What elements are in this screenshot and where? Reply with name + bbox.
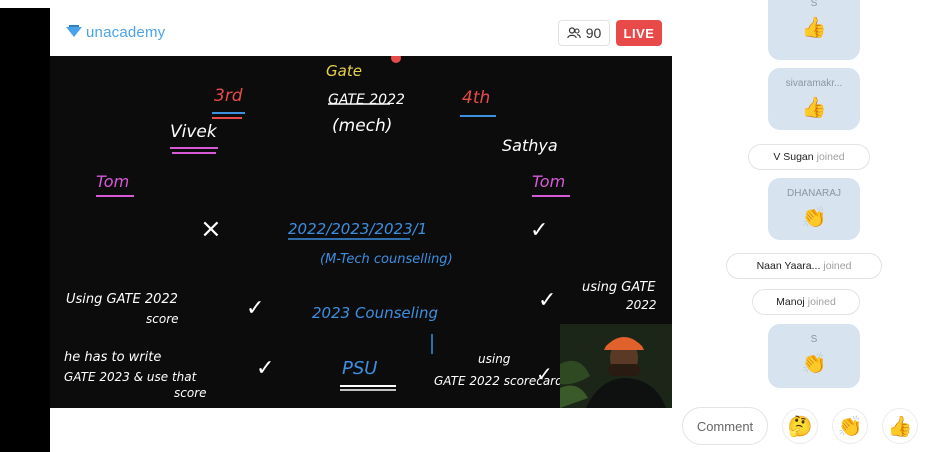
board-text-rank-3rd: 3rd	[214, 86, 243, 106]
player-header: unacademy 90 LIVE	[50, 8, 672, 56]
board-tick: ✓	[256, 356, 275, 381]
reaction-bubble: S 👏	[768, 324, 860, 388]
thumbs-up-reaction-button[interactable]: 👍	[882, 408, 918, 444]
board-text-score-bottom: score	[174, 386, 207, 400]
thumbs-up-icon: 👍	[801, 17, 827, 39]
player-footer	[50, 408, 672, 452]
viewer-count: 90	[585, 25, 602, 41]
unacademy-logo-icon	[66, 25, 82, 37]
board-text-vivek: Vivek	[170, 122, 217, 142]
chat-user-name: DHANARAJ	[787, 188, 841, 199]
board-text-gate: Gate	[326, 62, 362, 80]
board-tick: ✓	[538, 288, 557, 313]
joined-status: joined	[823, 260, 852, 272]
board-text-gate-2023: GATE 2023 & use that	[64, 370, 197, 384]
blackboard: Gate GATE 2022 (mech) 3rd 4th Vivek Sath…	[50, 56, 672, 408]
joined-notice: Naan Yaara... joined	[726, 253, 882, 279]
live-chat-panel: S 👍 sivaramakr... 👍 V Sugan joined DHANA…	[672, 0, 928, 452]
joined-status: joined	[807, 296, 836, 308]
board-text-mtech-counselling: (M-Tech counselling)	[320, 252, 453, 267]
people-icon	[566, 27, 581, 39]
board-tick: ✓	[246, 296, 265, 321]
comment-composer: Comment 🤔 👏 👍	[682, 404, 928, 448]
chat-user-name: S	[810, 334, 818, 345]
app-root: unacademy 90 LIVE Gate GATE 2022 (mech) …	[0, 0, 928, 452]
board-text-tom-left: Tom	[96, 172, 130, 191]
joined-notice: V Sugan joined	[748, 144, 870, 170]
thinking-reaction-button[interactable]: 🤔	[782, 408, 818, 444]
reaction-bubble: DHANARAJ 👏	[768, 178, 860, 240]
board-text-tom-right: Tom	[532, 172, 566, 191]
joined-user-name: V Sugan	[773, 151, 814, 163]
joined-user-name: Manoj	[776, 296, 805, 308]
board-text-using-gate-right: using GATE	[582, 280, 656, 295]
board-text-sathya: Sathya	[502, 136, 558, 155]
clapping-hands-icon: 👏	[801, 353, 827, 375]
board-text-dates: 2022/2023/2023/1	[288, 220, 428, 238]
chat-user-name: S	[810, 0, 818, 9]
clap-reaction-button[interactable]: 👏	[832, 408, 868, 444]
board-text-score-left: score	[146, 312, 179, 326]
board-text-rank-4th: 4th	[462, 88, 491, 108]
viewer-count-badge[interactable]: 90	[558, 20, 610, 46]
board-text-using-bottom: using	[478, 352, 511, 366]
board-text-using-gate-left: Using GATE 2022	[66, 292, 178, 307]
joined-user-name: Naan Yaara...	[756, 260, 821, 272]
board-tick: ✓	[536, 362, 553, 386]
thumbs-up-icon: 👍	[801, 97, 827, 119]
live-badge: LIVE	[616, 20, 662, 46]
board-text-gate-2022: GATE 2022	[328, 92, 405, 108]
left-black-margin	[0, 0, 50, 452]
comment-input[interactable]: Comment	[682, 407, 768, 445]
brand-logo[interactable]: unacademy	[65, 24, 165, 41]
presenter-video	[560, 324, 672, 408]
joined-status: joined	[816, 151, 845, 163]
reaction-bubble: S 👍	[768, 0, 860, 60]
board-text-psu: PSU	[342, 358, 378, 379]
clapping-hands-icon: 👏	[801, 207, 827, 229]
board-tick: ✓	[530, 218, 549, 243]
board-text-year-right: 2022	[626, 298, 657, 312]
board-text-cross: ×	[200, 214, 222, 244]
board-text-he-has-to-write: he has to write	[64, 350, 162, 365]
reaction-bubble: sivaramakr... 👍	[768, 68, 860, 130]
presenter-silhouette	[560, 324, 672, 408]
chat-user-name: sivaramakr...	[785, 78, 843, 89]
joined-notice: Manoj joined	[752, 289, 860, 315]
board-text-2023-counseling: 2023 Counseling	[312, 304, 439, 322]
board-text-mech: (mech)	[332, 116, 393, 136]
brand-name: unacademy	[86, 23, 166, 41]
